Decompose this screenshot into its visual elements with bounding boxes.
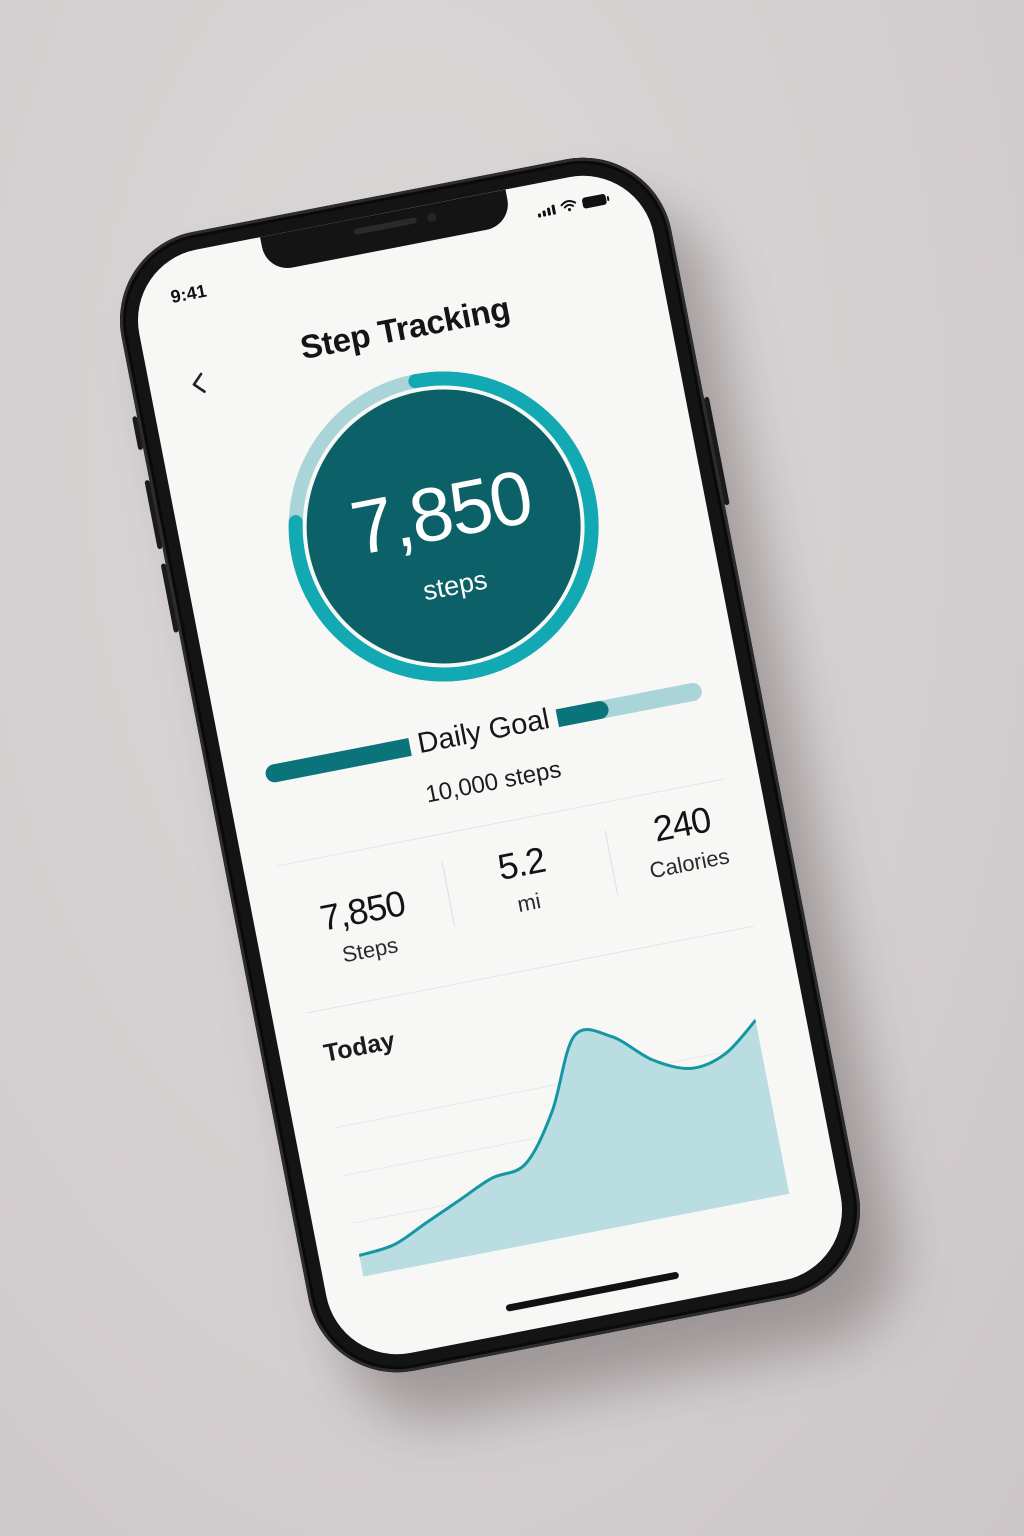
daily-goal-label-text: Daily Goal — [406, 701, 561, 762]
step-progress-ring: 7,850 steps — [257, 340, 630, 713]
volume-down-button — [160, 563, 179, 633]
phone-device: 9:41 Step Tracking 7,850 steps Daily Goa… — [104, 142, 876, 1388]
signal-icon — [537, 204, 557, 218]
wifi-icon — [560, 199, 577, 212]
phone-screen: 9:41 Step Tracking 7,850 steps Daily Goa… — [125, 163, 855, 1367]
chart-svg — [334, 1018, 790, 1277]
stat-steps: 7,850 Steps — [285, 876, 446, 977]
home-indicator[interactable] — [505, 1271, 680, 1312]
stat-calories: 240 Calories — [604, 790, 765, 891]
today-activity-chart — [321, 974, 809, 1277]
scene-background: 9:41 Step Tracking 7,850 steps Daily Goa… — [0, 0, 1024, 1536]
stat-distance: 5.2 mi — [444, 829, 605, 930]
speaker-grille — [353, 217, 418, 236]
battery-icon — [581, 193, 608, 209]
volume-up-button — [144, 479, 163, 550]
stats-row: 7,850 Steps 5.2 mi 240 Calories — [280, 794, 751, 999]
action-button — [132, 415, 144, 451]
notch — [260, 189, 513, 273]
camera-icon — [426, 212, 438, 223]
status-time: 9:41 — [168, 280, 209, 308]
status-icons — [536, 193, 608, 218]
